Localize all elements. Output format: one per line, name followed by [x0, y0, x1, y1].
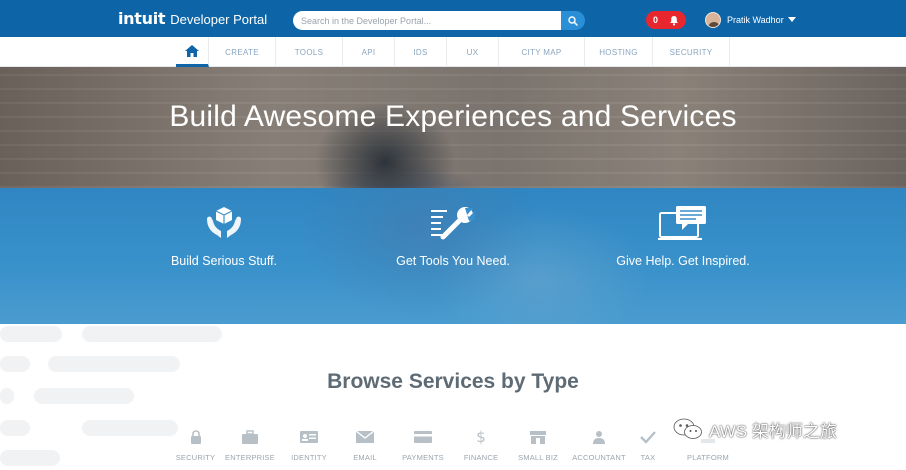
- briefcase-icon: [242, 429, 258, 444]
- bell-icon: [670, 15, 678, 25]
- nav-hosting[interactable]: HOSTING: [585, 37, 653, 67]
- service-label: SECURITY: [175, 453, 216, 462]
- nav-security[interactable]: SECURITY: [653, 37, 730, 67]
- feature-tools[interactable]: Get Tools You Need.: [353, 188, 553, 324]
- service-label: ACCOUNTANT: [572, 453, 626, 462]
- id-card-icon: [300, 430, 318, 443]
- monitor-chat-icon: [658, 206, 706, 240]
- watermark: AWS 架构师之旅: [673, 417, 837, 441]
- service-enterprise[interactable]: ENTERPRISE: [219, 428, 281, 468]
- decorative-bar: [82, 326, 222, 342]
- nav-ids[interactable]: IDS: [395, 37, 447, 67]
- service-tax[interactable]: TAX: [631, 428, 665, 468]
- search-input[interactable]: [293, 11, 563, 30]
- main-nav: CREATE TOOLS API IDS UX CITY MAP HOSTING…: [0, 37, 906, 67]
- service-email[interactable]: EMAIL: [337, 428, 393, 468]
- notifications-badge[interactable]: 0: [646, 11, 686, 29]
- service-security[interactable]: SECURITY: [172, 428, 219, 468]
- search-bar: [293, 11, 587, 30]
- search-icon: [568, 15, 578, 26]
- wechat-icon: [673, 418, 702, 439]
- decorative-bar: [0, 326, 62, 342]
- person-icon: [593, 430, 605, 444]
- caret-down-icon: [787, 17, 796, 22]
- logo-text: Developer Portal: [170, 12, 268, 27]
- home-icon: [185, 44, 199, 57]
- watermark-text: AWS 架构师之旅: [709, 421, 837, 441]
- service-payments[interactable]: PAYMENTS: [393, 428, 453, 468]
- credit-card-icon: [414, 430, 432, 443]
- lock-icon: [190, 429, 201, 444]
- feature-help-label: Give Help. Get Inspired.: [616, 254, 750, 268]
- feature-help[interactable]: Give Help. Get Inspired.: [583, 188, 783, 324]
- envelope-icon: [355, 429, 375, 443]
- decorative-bar: [0, 420, 30, 436]
- user-name: Pratik Wadhor: [727, 15, 784, 25]
- service-finance[interactable]: $ FINANCE: [453, 428, 509, 468]
- avatar: [705, 12, 721, 28]
- nav-home[interactable]: [176, 37, 209, 67]
- hands-box-icon: [207, 207, 241, 238]
- service-types: SECURITY ENTERPRISE IDENTITY EMAIL PAYME…: [172, 428, 751, 468]
- hero-title: Build Awesome Experiences and Services: [169, 100, 737, 133]
- checkmark-icon: [640, 430, 656, 444]
- service-label: PAYMENTS: [402, 453, 444, 462]
- nav-city-map[interactable]: CITY MAP: [499, 37, 585, 67]
- dollar-icon: $: [476, 427, 486, 446]
- service-label: TAX: [640, 453, 656, 462]
- decorative-bar: [82, 420, 178, 436]
- service-label: EMAIL: [353, 453, 377, 462]
- service-label: IDENTITY: [291, 453, 327, 462]
- nav-create[interactable]: CREATE: [209, 37, 276, 67]
- service-label: SMALL BIZ: [518, 453, 558, 462]
- notification-count: 0: [653, 15, 659, 25]
- nav-tools[interactable]: TOOLS: [276, 37, 343, 67]
- search-button[interactable]: [561, 11, 585, 30]
- nav-ux[interactable]: UX: [447, 37, 499, 67]
- site-logo[interactable]: intuit Developer Portal: [118, 9, 267, 29]
- feature-build[interactable]: Build Serious Stuff.: [124, 188, 324, 324]
- service-label: FINANCE: [463, 453, 499, 462]
- browse-section: Browse Services by Type SECURITY ENTERPR…: [0, 324, 906, 470]
- feature-build-label: Build Serious Stuff.: [170, 254, 278, 268]
- service-small-biz[interactable]: SMALL BIZ: [509, 428, 567, 468]
- storefront-icon: [530, 430, 546, 444]
- hero-banner: Build Awesome Experiences and Services: [0, 67, 906, 188]
- nav-api[interactable]: API: [343, 37, 395, 67]
- user-menu[interactable]: Pratik Wadhor: [705, 11, 796, 29]
- decorative-bar: [0, 450, 60, 466]
- feature-tools-label: Get Tools You Need.: [396, 254, 510, 268]
- browse-title: Browse Services by Type: [327, 370, 579, 393]
- features-band: Build Serious Stuff. Get Tools You Need.: [0, 188, 906, 324]
- service-identity[interactable]: IDENTITY: [281, 428, 337, 468]
- wrench-icon: [431, 207, 475, 240]
- service-label: ENTERPRISE: [225, 453, 275, 462]
- service-accountant[interactable]: ACCOUNTANT: [567, 428, 631, 468]
- service-label: PLATFORM: [687, 453, 729, 462]
- logo-brand: intuit: [118, 9, 166, 28]
- top-bar: intuit Developer Portal 0 Pratik Wadhor: [0, 0, 906, 37]
